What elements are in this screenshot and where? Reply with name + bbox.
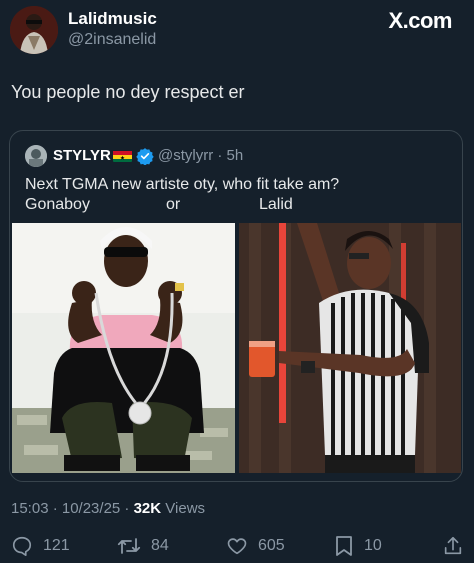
- reply-icon: [11, 535, 33, 557]
- share-icon: [442, 535, 464, 557]
- author-name[interactable]: Lalidmusic: [68, 9, 157, 29]
- like-count: 605: [258, 537, 285, 554]
- timestamp: 15:03 · 10/23/25 ·: [11, 500, 134, 517]
- option-separator: or: [166, 196, 181, 213]
- quoted-text-line: Next TGMA new artiste oty, who fit take …: [25, 176, 340, 193]
- timestamp-views: 15:03 · 10/23/25 · 32K Views: [11, 500, 205, 517]
- quoted-handle-time[interactable]: @stylyrr · 5h: [158, 147, 243, 164]
- author-handle[interactable]: @2insanelid: [68, 31, 156, 49]
- option-lalid: Lalid: [259, 196, 293, 213]
- repost-button[interactable]: 84: [117, 535, 169, 557]
- photo-gonaboy[interactable]: [12, 223, 235, 473]
- bookmark-button[interactable]: 10: [334, 535, 382, 557]
- quoted-avatar[interactable]: [25, 145, 47, 167]
- tweet-text: You people no dey respect er: [11, 82, 245, 102]
- author-avatar[interactable]: [10, 6, 58, 54]
- repost-icon: [117, 535, 141, 557]
- reply-count: 121: [43, 537, 70, 554]
- ghana-flag-icon: [113, 150, 132, 162]
- brand-logo: X.com: [388, 8, 452, 33]
- reply-button[interactable]: 121: [11, 535, 70, 557]
- bookmark-count: 10: [364, 537, 382, 554]
- share-button[interactable]: [442, 535, 464, 557]
- quoted-author-name[interactable]: STYLYR: [53, 147, 111, 164]
- repost-count: 84: [151, 537, 169, 554]
- option-gonaboy: Gonaboy: [25, 196, 90, 213]
- views-count[interactable]: 32K: [134, 500, 162, 517]
- views-label: Views: [161, 500, 206, 517]
- photo-lalid[interactable]: [239, 223, 461, 473]
- like-icon: [226, 535, 248, 557]
- bookmark-icon: [334, 535, 354, 557]
- verified-icon: [136, 147, 154, 170]
- like-button[interactable]: 605: [226, 535, 285, 557]
- quoted-tweet[interactable]: STYLYR @stylyrr · 5h Next TGMA new artis…: [9, 130, 463, 482]
